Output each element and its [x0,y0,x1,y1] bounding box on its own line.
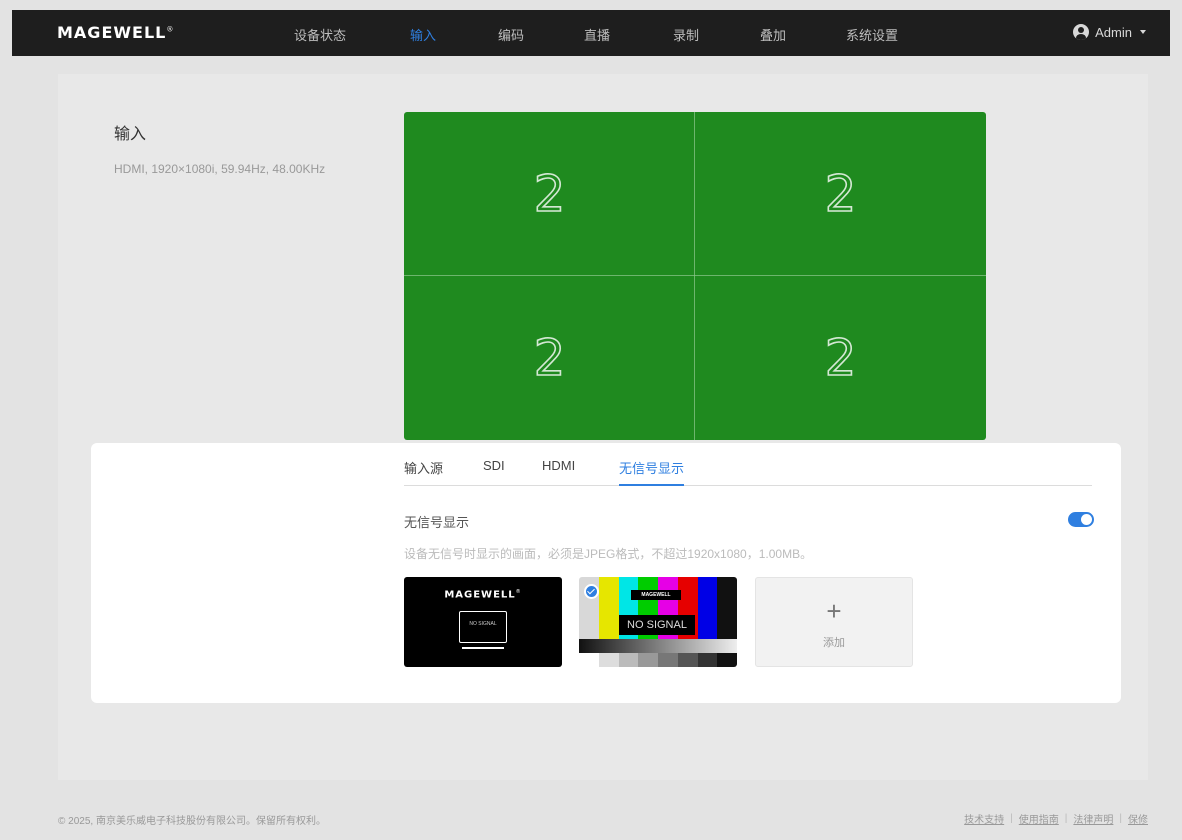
nav-item-device-status[interactable]: 设备状态 [294,25,346,44]
plus-icon: + [826,596,842,626]
gray-steps [579,653,737,667]
copyright-text: © 2025, 南京美乐威电子科技股份有限公司。保留所有权利。 [58,816,326,827]
no-signal-label: 无信号显示 [404,515,470,530]
channel-number: 2 [533,164,566,224]
monitor-icon: NO SIGNAL [459,611,507,643]
nav-item-overlay[interactable]: 叠加 [760,25,786,44]
footer-link-tech-support[interactable]: 技术支持 [964,811,1004,826]
user-name: Admin [1095,24,1132,40]
nav-item-input[interactable]: 输入 [410,25,436,44]
gray-gradient [579,639,737,653]
tab-input-source[interactable]: 输入源 [404,458,443,486]
user-menu[interactable]: Admin [1073,24,1146,40]
no-signal-hint: 设备无信号时显示的画面，必须是JPEG格式，不超过1920x1080，1.00M… [404,547,813,561]
chevron-down-icon [1140,30,1146,34]
input-preview: 2 2 2 2 [404,112,986,440]
nav-item-system-settings[interactable]: 系统设置 [846,25,898,44]
preview-quadrant: 2 [404,112,695,276]
preview-quadrant: 2 [695,112,986,276]
tab-sdi[interactable]: SDI [483,458,505,486]
no-signal-text: NO SIGNAL [619,615,695,635]
nav-item-encode[interactable]: 编码 [498,25,524,44]
footer-links: 技术支持 | 使用指南 | 法律声明 | 保修 [964,811,1148,826]
channel-number: 2 [824,164,857,224]
nav-item-streaming[interactable]: 直播 [584,25,610,44]
footer-link-warranty[interactable]: 保修 [1128,811,1148,826]
magewell-logo: MAGEWELL [631,590,681,600]
top-nav: MAGEWELL® 设备状态 输入 编码 直播 录制 叠加 系统设置 Admin [12,10,1170,56]
add-image-button[interactable]: + 添加 [755,577,913,667]
tab-no-signal-display[interactable]: 无信号显示 [619,458,685,486]
magewell-logo: MAGEWELL® [444,589,522,601]
divider [694,112,695,440]
preview-quadrant: 2 [695,276,986,440]
separator: | [1119,813,1122,824]
magewell-logo[interactable]: MAGEWELL® [57,23,174,42]
separator: | [1010,813,1013,824]
separator: | [1064,813,1068,824]
channel-number: 2 [824,328,857,388]
tab-hdmi[interactable]: HDMI [542,458,575,486]
nav-item-recording[interactable]: 录制 [673,25,699,44]
add-label: 添加 [823,637,845,649]
no-signal-toggle[interactable] [1068,512,1094,527]
monitor-stand [462,647,504,649]
section-title: 输入 [114,126,147,143]
preview-quadrant: 2 [404,276,695,440]
footer-link-user-guide[interactable]: 使用指南 [1019,811,1059,826]
checkmark-icon [584,584,599,599]
channel-number: 2 [533,328,566,388]
settings-tabs: 输入源 SDI HDMI 无信号显示 [404,458,1092,486]
no-signal-image-option[interactable]: MAGEWELL® NO SIGNAL [404,577,562,667]
footer-link-legal[interactable]: 法律声明 [1073,811,1113,826]
no-signal-image-option-selected[interactable]: MAGEWELL NO SIGNAL [579,577,737,667]
user-icon [1073,24,1090,40]
divider [404,275,986,276]
input-signal-info: HDMI, 1920×1080i, 59.94Hz, 48.00KHz [114,162,326,176]
